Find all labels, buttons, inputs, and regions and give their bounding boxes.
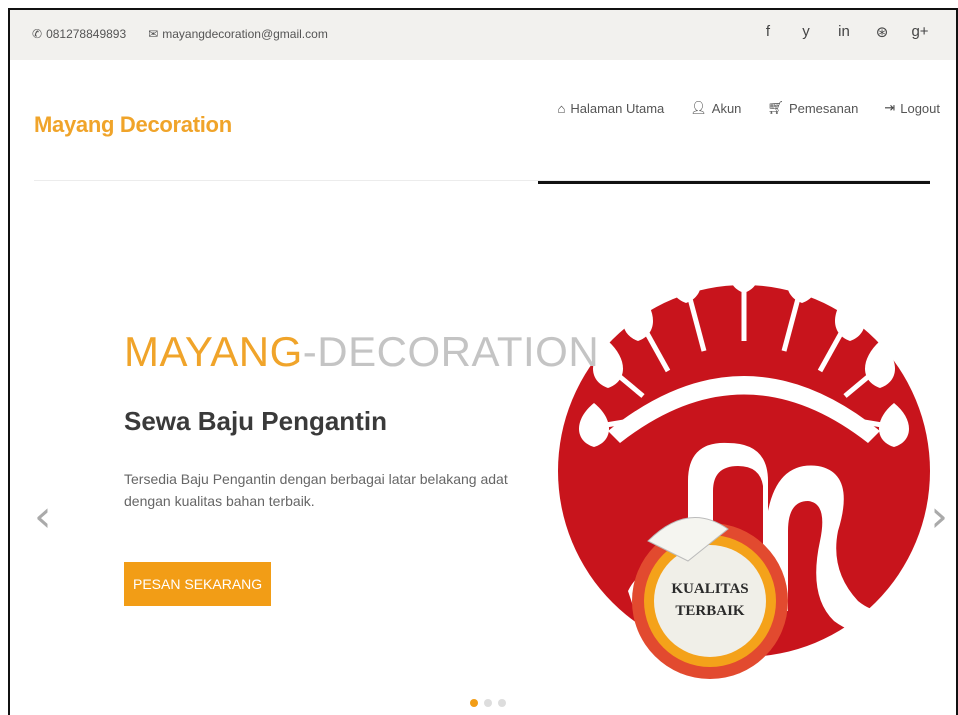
carousel-next-icon[interactable]: › bbox=[930, 491, 948, 542]
twitter-icon[interactable]: y bbox=[796, 23, 816, 41]
nav-item-home[interactable]: ⌂ Halaman Utama bbox=[557, 100, 664, 116]
cart-icon: 🛒︎ bbox=[767, 100, 784, 115]
carousel-dot[interactable] bbox=[470, 699, 478, 707]
slide-description: Tersedia Baju Pengantin dengan berbagai … bbox=[124, 471, 508, 509]
phone-contact: ✆ 081278849893 bbox=[32, 27, 126, 41]
top-contact-bar: ✆ 081278849893 ✉ mayangdecoration@gmail.… bbox=[10, 10, 956, 60]
site-logo[interactable]: Mayang Decoration bbox=[34, 112, 232, 138]
email-address[interactable]: mayangdecoration@gmail.com bbox=[162, 27, 328, 41]
badge-line-2: TERBAIK bbox=[675, 603, 745, 619]
nav-item-orders[interactable]: 🛒︎ Pemesanan bbox=[767, 100, 858, 116]
nav-label: Pemesanan bbox=[788, 100, 859, 116]
hero-logo-image: KUALITAS TERBAIK bbox=[558, 243, 930, 679]
badge-line-1: KUALITAS bbox=[671, 581, 748, 597]
main-nav: ⌂ Halaman Utama 👤︎ Akun 🛒︎ Pemesanan ⇥ L… bbox=[557, 100, 940, 116]
hero-carousel: KUALITAS TERBAIK MAYANG-DECORATION Sewa … bbox=[10, 181, 956, 715]
headline-accent: MAYANG bbox=[124, 328, 303, 375]
email-contact[interactable]: ✉ mayangdecoration@gmail.com bbox=[148, 27, 328, 41]
carousel-prev-icon[interactable]: ‹ bbox=[34, 491, 52, 542]
user-icon: 👤︎ bbox=[690, 100, 707, 115]
nav-label: Halaman Utama bbox=[570, 100, 665, 116]
social-links: f y in ⊛ g+ bbox=[758, 23, 930, 41]
google-plus-icon[interactable]: g+ bbox=[910, 23, 930, 41]
nav-label: Logout bbox=[900, 100, 940, 116]
dribbble-icon[interactable]: ⊛ bbox=[872, 23, 892, 41]
order-now-button[interactable]: PESAN SEKARANG bbox=[124, 562, 272, 606]
slide-headline: MAYANG-DECORATION bbox=[124, 328, 599, 376]
envelope-icon: ✉ bbox=[148, 27, 159, 41]
nav-item-logout[interactable]: ⇥ Logout bbox=[884, 100, 940, 116]
nav-item-account[interactable]: 👤︎ Akun bbox=[690, 100, 741, 116]
carousel-dot[interactable] bbox=[484, 699, 492, 707]
carousel-indicators bbox=[470, 699, 506, 707]
linkedin-icon[interactable]: in bbox=[834, 23, 854, 41]
logout-icon: ⇥ bbox=[884, 100, 896, 115]
slide-subtitle: Sewa Baju Pengantin bbox=[124, 406, 387, 436]
phone-icon: ✆ bbox=[32, 27, 43, 41]
nav-label: Akun bbox=[711, 100, 742, 116]
home-icon: ⌂ bbox=[557, 100, 566, 116]
facebook-icon[interactable]: f bbox=[758, 23, 778, 41]
browser-viewport: ✆ 081278849893 ✉ mayangdecoration@gmail.… bbox=[8, 8, 958, 715]
contact-info: ✆ 081278849893 ✉ mayangdecoration@gmail.… bbox=[32, 27, 328, 41]
phone-number: 081278849893 bbox=[46, 27, 127, 41]
carousel-dot[interactable] bbox=[498, 699, 506, 707]
headline-rest: -DECORATION bbox=[302, 328, 600, 375]
